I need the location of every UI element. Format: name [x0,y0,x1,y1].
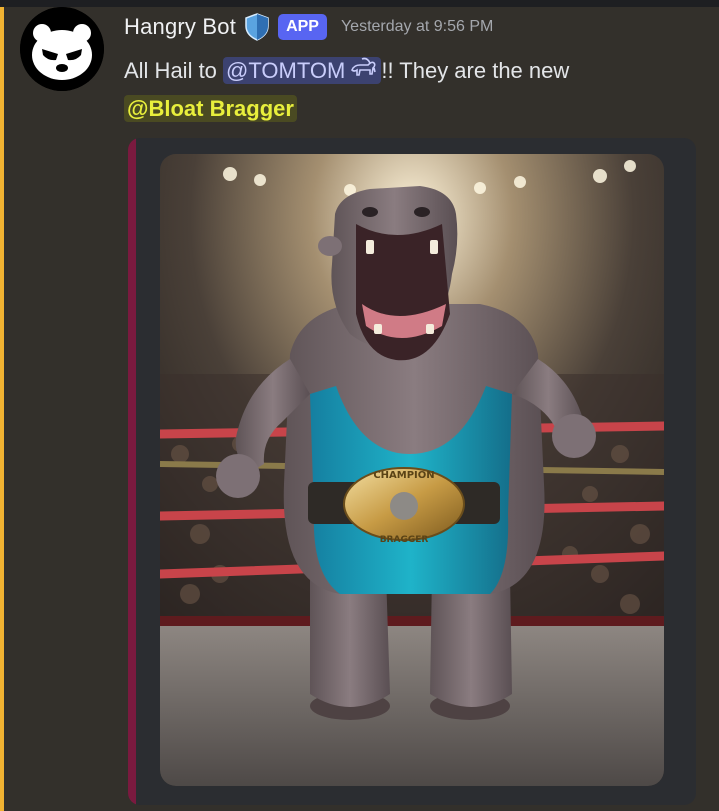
belt-bottom-label: BRAGGER [380,535,429,545]
bear-face-icon [20,7,104,91]
belt-top-label: CHAMPION [373,470,434,481]
message-content: All Hail to @TOMTOM !! They are the new … [124,52,684,128]
username[interactable]: Hangry Bot [124,14,236,40]
embed-color-bar [128,138,136,805]
embed-image[interactable]: CHAMPION BRAGGER [160,154,664,786]
hippo-wrestler-image: CHAMPION BRAGGER [160,154,664,786]
image-embed: CHAMPION BRAGGER [128,138,696,805]
user-mention-label: @TOMTOM [226,58,346,83]
user-mention[interactable]: @TOMTOM [223,56,382,84]
shield-icon [244,13,270,41]
message-text-cont: !! They are the new [381,58,570,83]
app-tag: APP [278,14,327,40]
message-header: Hangry Bot APP Yesterday at 9:56 PM [124,12,493,42]
mention-highlight-bar [0,7,4,811]
timestamp[interactable]: Yesterday at 9:56 PM [341,18,493,36]
message-text: All Hail to [124,58,224,83]
top-strip [0,0,719,7]
goat-icon [348,56,378,82]
role-mention[interactable]: @Bloat Bragger [124,95,297,122]
avatar[interactable] [20,7,104,91]
